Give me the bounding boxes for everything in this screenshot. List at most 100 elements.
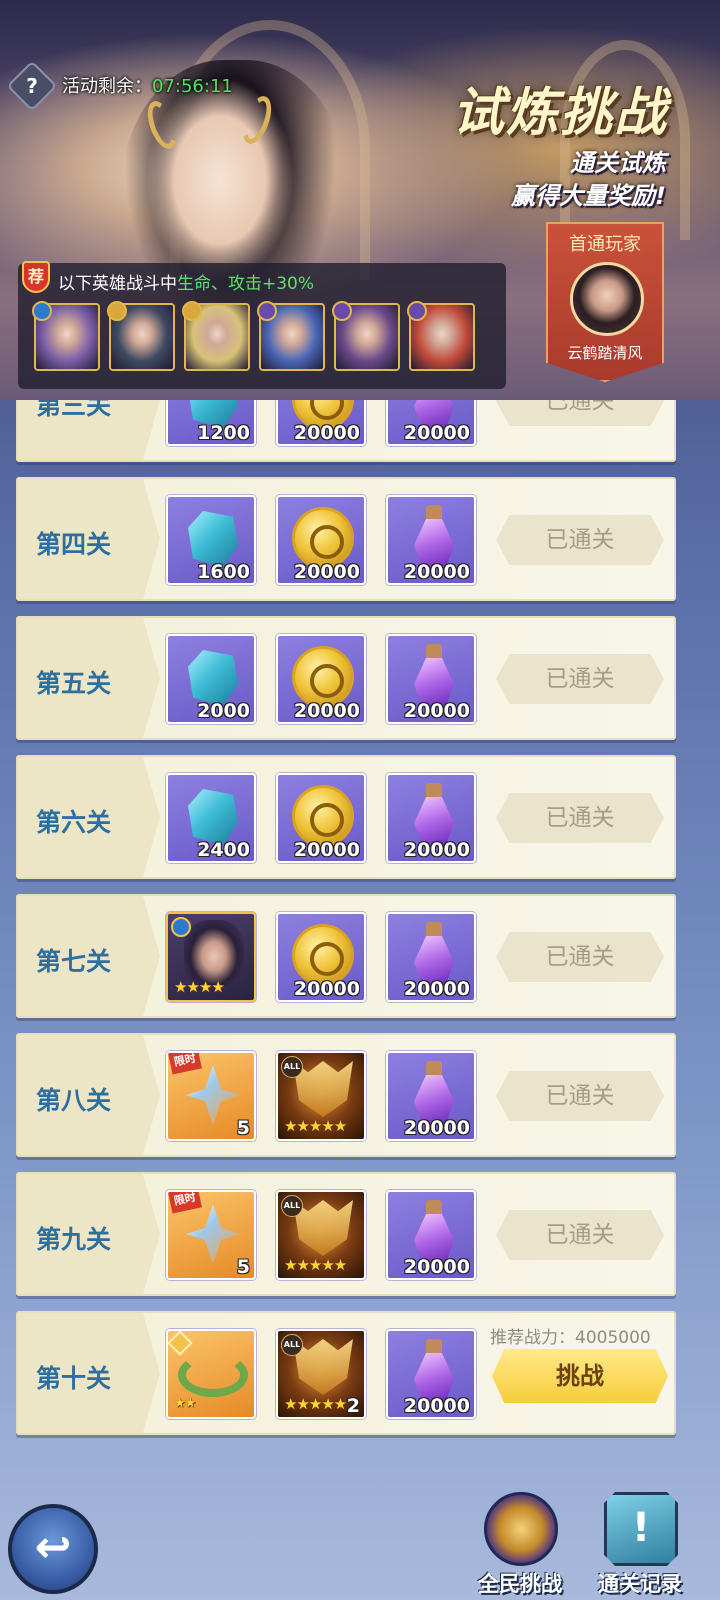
- star-rating: ★★★★★: [284, 1395, 347, 1413]
- reward-item-potion[interactable]: 20000: [386, 773, 476, 863]
- cleared-button[interactable]: 已通关: [496, 400, 664, 426]
- dark-element-icon: [257, 301, 277, 321]
- all-player-challenge-button[interactable]: 全民挑战: [470, 1492, 570, 1600]
- buff-hero-portrait[interactable]: [407, 301, 475, 371]
- potion-flask: [414, 1075, 454, 1123]
- all-tag: ALL: [281, 1056, 303, 1078]
- stage-name: 第六关: [36, 808, 112, 837]
- cleared-button[interactable]: 已通关: [496, 932, 664, 982]
- cleared-button[interactable]: 已通关: [496, 1071, 664, 1121]
- first-clear-player-name: 云鹤踏清风: [567, 344, 643, 362]
- reward-quantity: 20000: [403, 700, 470, 722]
- star-rating: ★★: [174, 1396, 196, 1411]
- reward-item-potion[interactable]: 20000: [386, 912, 476, 1002]
- help-button[interactable]: ?: [6, 60, 58, 112]
- reward-item-gem[interactable]: 2000: [166, 634, 256, 724]
- cleared-button[interactable]: 已通关: [496, 793, 664, 843]
- reward-item-coin[interactable]: 20000: [276, 773, 366, 863]
- stage-row: 第六关 2400 20000 20000 已通关: [16, 755, 676, 879]
- cleared-button[interactable]: 已通关: [496, 654, 664, 704]
- dark-element-icon: [407, 301, 427, 321]
- reward-item-blade[interactable]: 限时 5: [166, 1051, 256, 1141]
- potion-icon: [412, 644, 456, 708]
- reward-item-potion[interactable]: 20000: [386, 1051, 476, 1141]
- stage-list[interactable]: 第三关 1200 20000 20000 已通关 第四关 1600 20000 20000 已通关…: [16, 400, 676, 1450]
- reward-quantity: 20000: [403, 1256, 470, 1278]
- first-clear-avatar: [570, 262, 644, 336]
- star-rating: ★★★★★: [284, 1117, 347, 1135]
- back-button[interactable]: ↩: [8, 1504, 98, 1594]
- potion-cork: [426, 783, 442, 799]
- reward-quantity: 20000: [293, 422, 360, 444]
- diamond-icon: [188, 650, 238, 706]
- event-timer: 活动剩余：07:56:11: [62, 72, 233, 98]
- reward-quantity: 20000: [293, 978, 360, 1000]
- water-element-icon: [171, 917, 191, 937]
- potion-flask: [414, 1353, 454, 1401]
- buff-hero-portrait[interactable]: [332, 301, 400, 371]
- potion-cork: [426, 1200, 442, 1216]
- buff-hero-portrait[interactable]: [107, 301, 175, 371]
- stage-name: 第七关: [36, 947, 112, 976]
- reward-item-mask[interactable]: ALL ★★★★★ 2: [276, 1329, 366, 1419]
- potion-cork: [426, 644, 442, 660]
- stage-row: 第三关 1200 20000 20000 已通关: [16, 400, 676, 462]
- wreath-icon: [178, 1353, 248, 1397]
- reward-item-coin[interactable]: 20000: [276, 495, 366, 585]
- cleared-button[interactable]: 已通关: [496, 1210, 664, 1260]
- rarity-diamond-icon: [168, 1331, 193, 1356]
- potion-cork: [426, 505, 442, 521]
- reward-item-gem[interactable]: 2400: [166, 773, 256, 863]
- light-element-icon: [107, 301, 127, 321]
- limited-tag: 限时: [168, 1192, 202, 1214]
- reward-item-potion[interactable]: 20000: [386, 400, 476, 446]
- reward-item-blade[interactable]: 限时 5: [166, 1190, 256, 1280]
- first-clear-banner[interactable]: 首通玩家 云鹤踏清风: [546, 222, 664, 382]
- reward-quantity: 20000: [293, 561, 360, 583]
- recommended-power-label: 推荐战力：: [490, 1328, 575, 1348]
- stage-row: 第五关 2000 20000 20000 已通关: [16, 616, 676, 740]
- clear-record-label: 通关记录: [598, 1572, 682, 1596]
- event-banner: ? 活动剩余：07:56:11 试炼挑战 通关试炼 赢得大量奖励! 首通玩家 云…: [0, 0, 720, 400]
- gold-coin-icon: [292, 924, 354, 986]
- reward-quantity: 2400: [197, 839, 250, 861]
- reward-item-hero[interactable]: ★★★★: [166, 912, 256, 1002]
- potion-icon: [412, 505, 456, 569]
- reward-item-wreath[interactable]: ★★: [166, 1329, 256, 1419]
- buff-hero-portrait[interactable]: [32, 301, 100, 371]
- reward-item-potion[interactable]: 20000: [386, 1329, 476, 1419]
- reward-item-coin[interactable]: 20000: [276, 912, 366, 1002]
- dark-element-icon: [332, 301, 352, 321]
- reward-item-gem[interactable]: 1200: [166, 400, 256, 446]
- cleared-button[interactable]: 已通关: [496, 515, 664, 565]
- challenge-button[interactable]: 挑战: [492, 1349, 668, 1403]
- reward-item-potion[interactable]: 20000: [386, 495, 476, 585]
- reward-item-coin[interactable]: 20000: [276, 400, 366, 446]
- timer-value: 07:56:11: [152, 76, 233, 97]
- reward-item-potion[interactable]: 20000: [386, 1190, 476, 1280]
- potion-flask: [414, 1214, 454, 1262]
- light-element-icon: [182, 301, 202, 321]
- star-rating: ★★★★★: [284, 1256, 347, 1274]
- gold-coin-icon: [292, 646, 354, 708]
- subtitle-line1: 通关试炼: [570, 149, 666, 177]
- reward-quantity: 1200: [197, 422, 250, 444]
- reward-item-potion[interactable]: 20000: [386, 634, 476, 724]
- stage-row: 第七关 ★★★★ 20000 20000 已通关: [16, 894, 676, 1018]
- reward-item-mask[interactable]: ALL ★★★★★: [276, 1051, 366, 1141]
- clear-record-button[interactable]: ! 通关记录: [590, 1492, 690, 1600]
- back-arrow-icon: ↩: [34, 1522, 72, 1573]
- blade-icon: [186, 1065, 240, 1125]
- blade-icon: [186, 1204, 240, 1264]
- stage-name: 第十关: [36, 1364, 112, 1393]
- reward-quantity: 2: [346, 1395, 360, 1417]
- reward-item-gem[interactable]: 1600: [166, 495, 256, 585]
- potion-icon: [412, 783, 456, 847]
- buff-hero-portrait[interactable]: [257, 301, 325, 371]
- reward-item-coin[interactable]: 20000: [276, 634, 366, 724]
- potion-icon: [412, 1200, 456, 1264]
- reward-item-mask[interactable]: ALL ★★★★★: [276, 1190, 366, 1280]
- all-tag: ALL: [281, 1195, 303, 1217]
- potion-icon: [412, 1339, 456, 1403]
- buff-hero-portrait[interactable]: [182, 301, 250, 371]
